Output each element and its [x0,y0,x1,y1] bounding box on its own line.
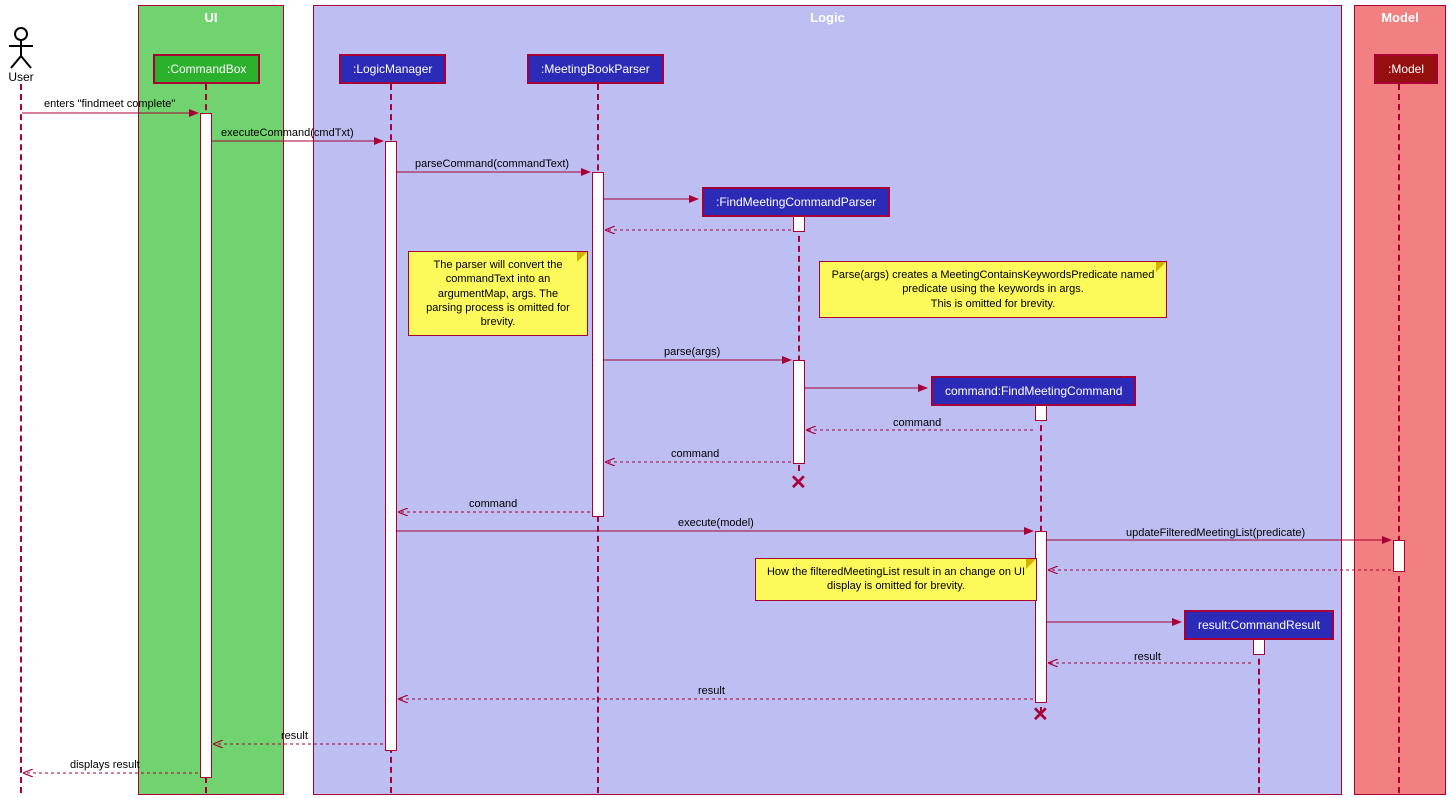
model-title: Model [1381,10,1419,25]
note-filtered: How the filteredMeetingList result in an… [755,558,1037,601]
msg-parsecommand: parseCommand(commandText) [415,158,569,170]
model-participant: :Model [1374,54,1438,84]
user-label: User [6,70,36,84]
fmc-activation2 [1035,531,1047,703]
cr-activation [1253,639,1265,655]
msg-command1: command [893,417,941,429]
model-container: Model [1354,5,1446,795]
model-lifeline2 [1398,84,1400,793]
note-parser: The parser will convert the commandText … [408,251,588,336]
msg-displays: displays result [70,759,140,771]
msg-result3: result [281,730,308,742]
user-actor: User [6,26,36,84]
meetingbookparser-participant: :MeetingBookParser [527,54,664,84]
logic-title: Logic [810,10,845,25]
msg-updatefiltered: updateFilteredMeetingList(predicate) [1126,527,1305,539]
findmeetingcommand-participant: command:FindMeetingCommand [931,376,1136,406]
fmcp-activation1 [793,216,805,232]
mbp-activation [592,172,604,517]
ui-title: UI [205,10,218,25]
msg-result1: result [1134,651,1161,663]
fmc-destroy: ✕ [1032,702,1049,727]
msg-parseargs: parse(args) [664,346,720,358]
logicmanager-activation [385,141,397,751]
commandresult-participant: result:CommandResult [1184,610,1334,640]
commandbox-participant: :CommandBox [153,54,260,84]
fmcp-destroy: ✕ [790,470,807,495]
logic-container: Logic [313,5,1342,795]
user-lifeline [20,84,22,793]
msg-command3: command [469,498,517,510]
msg-command2: command [671,448,719,460]
logicmanager-participant: :LogicManager [339,54,446,84]
msg-result2: result [698,685,725,697]
commandbox-activation [200,113,212,778]
msg-enters: enters "findmeet complete" [44,98,175,110]
msg-execute: execute(model) [678,517,754,529]
cr-lifeline [1258,639,1260,793]
msg-executecommand: executeCommand(cmdTxt) [221,127,354,139]
fmcp-activation2 [793,360,805,464]
fmc-activation1 [1035,405,1047,421]
findmeetingcommandparser-participant: :FindMeetingCommandParser [702,187,890,217]
model-activation [1393,540,1405,572]
note-parseargs: Parse(args) creates a MeetingContainsKey… [819,261,1167,318]
